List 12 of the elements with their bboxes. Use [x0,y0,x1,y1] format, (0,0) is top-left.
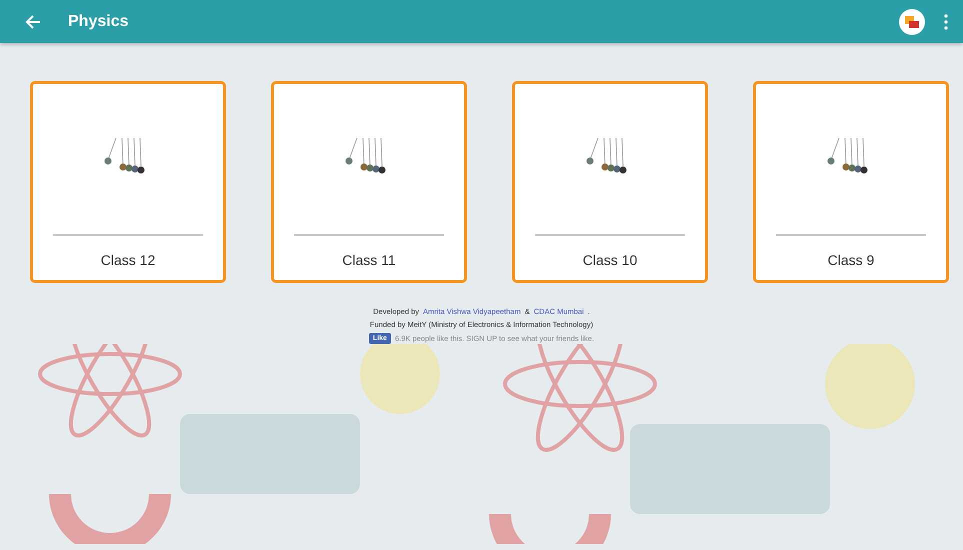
class-card[interactable]: Class 10 [512,81,708,283]
class-card[interactable]: Class 12 [30,81,226,283]
back-arrow-icon[interactable] [24,12,42,30]
class-label: Class 11 [342,252,396,268]
more-menu-icon[interactable] [943,14,949,30]
class-card[interactable]: Class 9 [753,81,949,283]
app-bar-title: Physics [68,12,130,30]
class-card[interactable]: Class 11 [271,81,467,283]
class-label: Class 9 [828,252,874,268]
class-label: Class 10 [582,252,638,268]
avatar-icon[interactable] [899,8,925,34]
class-label: Class 12 [100,252,156,268]
